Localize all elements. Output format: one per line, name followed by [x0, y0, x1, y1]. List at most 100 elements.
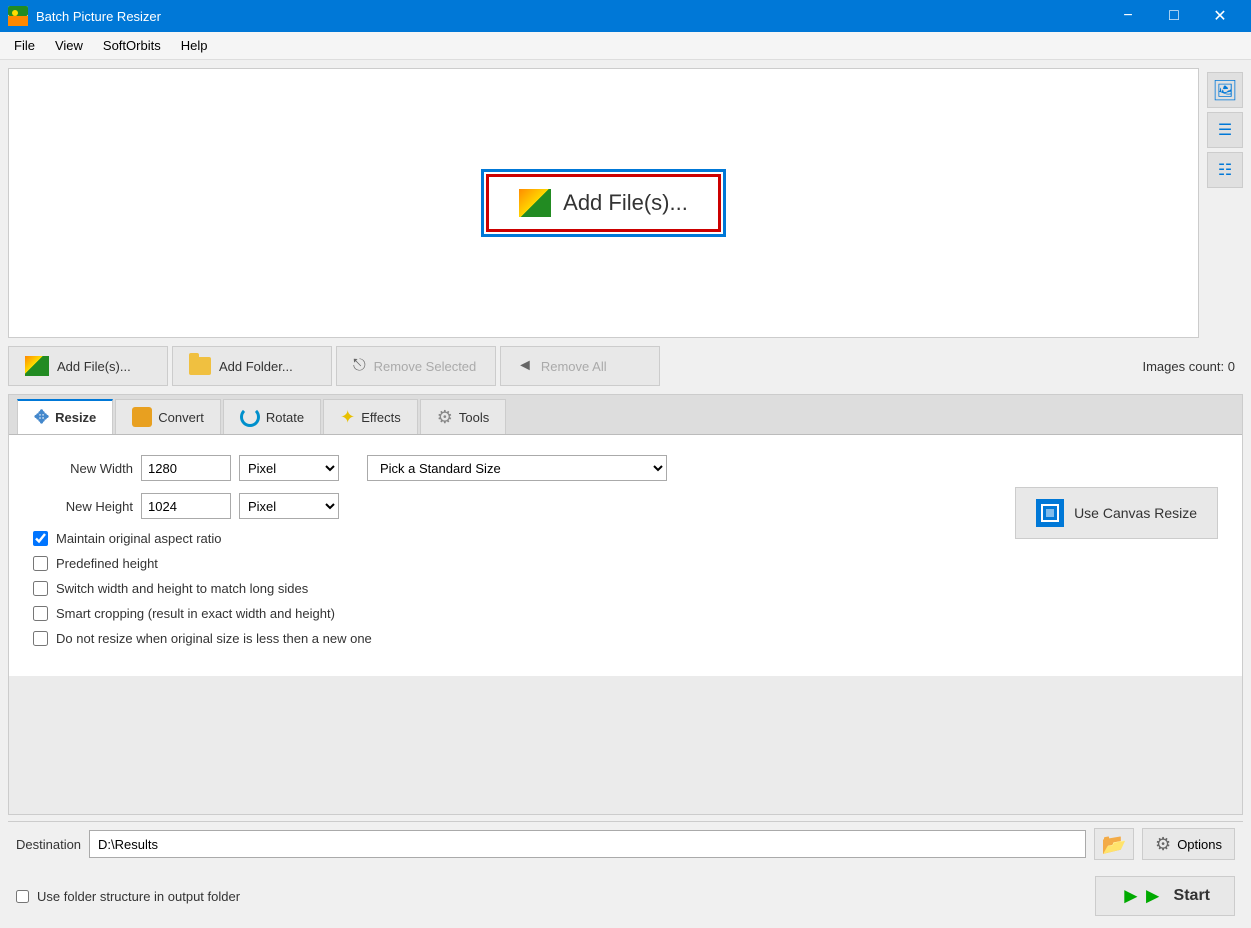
effects-icon: ✦ [340, 407, 355, 428]
predefined-height-checkbox[interactable] [33, 556, 48, 571]
tab-effects-label: Effects [361, 410, 401, 425]
menu-help[interactable]: Help [171, 34, 218, 57]
no-resize-checkbox[interactable] [33, 631, 48, 646]
use-folder-structure-checkbox[interactable] [16, 890, 29, 903]
canvas-resize-button[interactable]: Use Canvas Resize [1015, 487, 1218, 539]
remove-selected-button[interactable]: ⎋ Remove Selected [336, 346, 496, 386]
maintain-aspect-row: Maintain original aspect ratio [33, 531, 991, 546]
tab-rotate-label: Rotate [266, 410, 304, 425]
view-sidebar: 🖼 ☰ ☷ [1203, 68, 1243, 338]
options-label: Options [1177, 837, 1222, 852]
grid-icon: ☷ [1218, 160, 1232, 180]
start-arrow-icon: ►► [1120, 883, 1164, 909]
large-icon: 🖼 [1212, 78, 1237, 103]
window-controls: − □ ✕ [1105, 0, 1243, 32]
switch-width-height-checkbox[interactable] [33, 581, 48, 596]
width-input[interactable] [141, 455, 231, 481]
titlebar: Batch Picture Resizer − □ ✕ [0, 0, 1251, 32]
tab-resize[interactable]: ✥ Resize [17, 399, 113, 434]
view-list-button[interactable]: ☰ [1207, 112, 1243, 148]
options-gear-icon: ⚙ [1155, 834, 1171, 855]
standard-size-select[interactable]: Pick a Standard Size [367, 455, 667, 481]
menu-view[interactable]: View [45, 34, 93, 57]
switch-width-height-label: Switch width and height to match long si… [56, 581, 308, 596]
preview-section: Add File(s)... 🖼 ☰ ☷ [8, 68, 1243, 338]
add-files-label: Add File(s)... [57, 359, 131, 374]
smart-cropping-row: Smart cropping (result in exact width an… [33, 606, 991, 621]
destination-label: Destination [16, 837, 81, 852]
tab-tools-label: Tools [459, 410, 489, 425]
resize-icon: ✥ [34, 407, 49, 428]
bottom-panel: ✥ Resize Convert Rotate ✦ Effects ⚙ Tool… [8, 394, 1243, 815]
add-folder-label: Add Folder... [219, 359, 293, 374]
minimize-button[interactable]: − [1105, 0, 1151, 32]
start-label: Start [1174, 887, 1210, 905]
maximize-button[interactable]: □ [1151, 0, 1197, 32]
tab-effects[interactable]: ✦ Effects [323, 399, 418, 434]
switch-width-height-row: Switch width and height to match long si… [33, 581, 991, 596]
use-folder-structure-row: Use folder structure in output folder [16, 889, 240, 904]
destination-bar: Destination 📂 ⚙ Options [8, 821, 1243, 866]
no-resize-label: Do not resize when original size is less… [56, 631, 372, 646]
height-input[interactable] [141, 493, 231, 519]
start-button[interactable]: ►► Start [1095, 876, 1235, 916]
list-icon: ☰ [1218, 120, 1232, 140]
remove-all-button[interactable]: ◄ Remove All [500, 346, 660, 386]
height-unit-select[interactable]: Pixel Percent Cm Inch [239, 493, 339, 519]
menu-softorbits[interactable]: SoftOrbits [93, 34, 171, 57]
toolbar: Add File(s)... Add Folder... ⎋ Remove Se… [8, 344, 1243, 388]
canvas-resize-label: Use Canvas Resize [1074, 505, 1197, 521]
close-button[interactable]: ✕ [1197, 0, 1243, 32]
height-row: New Height Pixel Percent Cm Inch [33, 493, 991, 519]
tab-convert[interactable]: Convert [115, 399, 221, 434]
add-files-large-button[interactable]: Add File(s)... [486, 174, 721, 232]
add-folder-button[interactable]: Add Folder... [172, 346, 332, 386]
menu-file[interactable]: File [4, 34, 45, 57]
width-unit-select[interactable]: Pixel Percent Cm Inch [239, 455, 339, 481]
file-icon-large [519, 189, 551, 217]
app-title: Batch Picture Resizer [36, 9, 1097, 24]
tabs: ✥ Resize Convert Rotate ✦ Effects ⚙ Tool… [9, 395, 1242, 435]
canvas-icon [1036, 499, 1064, 527]
use-folder-structure-label: Use folder structure in output folder [37, 889, 240, 904]
predefined-height-label: Predefined height [56, 556, 158, 571]
browse-folder-icon: 📂 [1102, 832, 1127, 857]
view-large-icon-button[interactable]: 🖼 [1207, 72, 1243, 108]
tab-rotate[interactable]: Rotate [223, 399, 321, 434]
predefined-height-row: Predefined height [33, 556, 991, 571]
tab-tools[interactable]: ⚙ Tools [420, 399, 507, 434]
images-count-value: 0 [1228, 359, 1235, 374]
add-files-large-label: Add File(s)... [563, 190, 688, 216]
height-label: New Height [33, 499, 133, 514]
footer-bar: Use folder structure in output folder ►►… [8, 872, 1243, 920]
remove-all-icon: ◄ [517, 357, 533, 375]
app-icon [8, 6, 28, 26]
images-count-label: Images count: [1142, 359, 1224, 374]
images-count: Images count: 0 [1142, 359, 1243, 374]
main-container: Add File(s)... 🖼 ☰ ☷ Add File(s)... Add … [0, 60, 1251, 928]
maintain-aspect-label: Maintain original aspect ratio [56, 531, 221, 546]
menubar: File View SoftOrbits Help [0, 32, 1251, 60]
width-label: New Width [33, 461, 133, 476]
smart-cropping-label: Smart cropping (result in exact width an… [56, 606, 335, 621]
destination-browse-button[interactable]: 📂 [1094, 828, 1134, 860]
no-resize-row: Do not resize when original size is less… [33, 631, 991, 646]
tab-resize-label: Resize [55, 410, 96, 425]
options-button[interactable]: ⚙ Options [1142, 828, 1235, 860]
add-files-button[interactable]: Add File(s)... [8, 346, 168, 386]
tab-convert-label: Convert [158, 410, 204, 425]
tools-icon: ⚙ [437, 407, 453, 428]
folder-icon [189, 357, 211, 375]
remove-selected-label: Remove Selected [374, 359, 477, 374]
destination-path-input[interactable] [89, 830, 1086, 858]
image-icon [25, 356, 49, 376]
rotate-icon [240, 407, 260, 427]
width-row: New Width Pixel Percent Cm Inch Pick a S… [33, 455, 991, 481]
smart-cropping-checkbox[interactable] [33, 606, 48, 621]
remove-icon: ⎋ [353, 357, 366, 375]
maintain-aspect-checkbox[interactable] [33, 531, 48, 546]
tab-content-resize: New Width Pixel Percent Cm Inch Pick a S… [9, 435, 1242, 676]
convert-icon [132, 407, 152, 427]
view-grid-button[interactable]: ☷ [1207, 152, 1243, 188]
preview-area: Add File(s)... [8, 68, 1199, 338]
